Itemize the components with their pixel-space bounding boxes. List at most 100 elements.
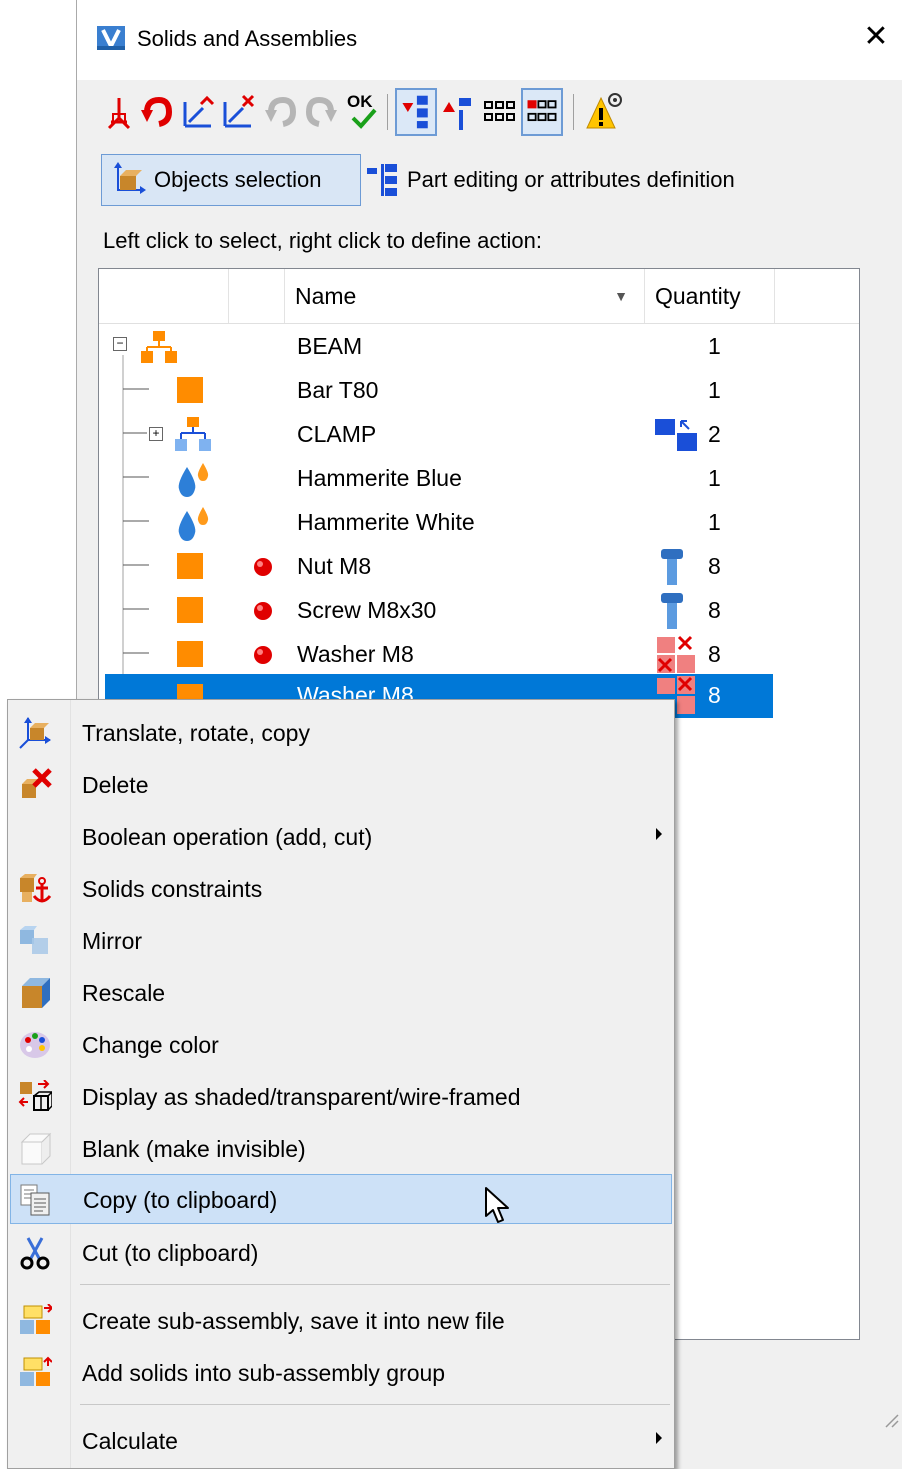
column-name[interactable]: Name ▼ — [285, 269, 645, 323]
menu-item-label: Copy (to clipboard) — [83, 1187, 278, 1213]
menu-item-blank[interactable]: Blank (make invisible) — [10, 1124, 672, 1174]
ok-check-icon[interactable]: OK — [345, 88, 381, 136]
sort-arrow-icon: ▼ — [614, 288, 628, 304]
tree-row-hammerite-white[interactable]: Hammerite White 1 — [99, 501, 859, 545]
menu-item-constraints[interactable]: Solids constraints — [10, 864, 672, 914]
context-menu: Translate, rotate, copy Delete Boolean o… — [7, 699, 675, 1469]
objects-selection-icon — [114, 162, 146, 194]
collapse-toggle-icon[interactable]: − — [113, 337, 127, 351]
menu-item-label: Rescale — [82, 980, 166, 1006]
anchor-icon — [20, 874, 52, 903]
submenu-arrow-icon — [656, 828, 662, 840]
paint-drop-icon — [178, 507, 209, 541]
grid-large-icon[interactable] — [521, 88, 563, 136]
menu-separator — [80, 1284, 670, 1285]
undo-icon[interactable] — [139, 88, 175, 136]
menu-item-label: Cut (to clipboard) — [82, 1240, 259, 1266]
row-name: Washer M8 — [297, 641, 414, 667]
tree-row-beam[interactable]: − BEAM 1 — [99, 325, 859, 369]
tree-row-clamp[interactable]: + CLAMP 2 — [99, 413, 859, 457]
solid-orange-icon — [177, 641, 203, 667]
redo-gray-icon[interactable] — [303, 88, 339, 136]
menu-item-delete[interactable]: Delete — [10, 760, 672, 810]
assembly-orange-icon — [141, 331, 177, 363]
title-bar: Solids and Assemblies ✕ — [77, 0, 902, 80]
screw-icon — [661, 549, 683, 585]
add-subassembly-icon — [20, 1356, 52, 1386]
objects-selection-button[interactable]: Objects selection — [101, 154, 361, 206]
broken-pattern-icon — [657, 635, 695, 673]
row-name: Nut M8 — [297, 553, 372, 579]
row-qty: 8 — [708, 682, 721, 708]
menu-item-cut[interactable]: Cut (to clipboard) — [10, 1228, 672, 1278]
menu-item-translate[interactable]: Translate, rotate, copy — [10, 708, 672, 758]
resize-grip-icon[interactable] — [880, 1409, 900, 1429]
row-qty: 8 — [708, 553, 721, 579]
menu-item-display-mode[interactable]: Display as shaded/transparent/wire-frame… — [10, 1072, 672, 1122]
column-marker[interactable] — [229, 269, 285, 323]
row-qty: 8 — [708, 641, 721, 667]
toolbar-separator — [573, 94, 574, 130]
part-editing-button[interactable]: Part editing or attributes definition — [361, 154, 841, 206]
standard-part-marker-icon — [254, 646, 272, 664]
solid-orange-icon — [177, 377, 203, 403]
tree-row-nut-m8[interactable]: Nut M8 8 — [99, 545, 859, 589]
menu-item-label: Blank (make invisible) — [82, 1136, 306, 1162]
instruction-text: Left click to select, right click to def… — [103, 228, 542, 253]
menu-item-label: Solids constraints — [82, 876, 263, 902]
mouse-cursor-icon — [485, 1187, 509, 1223]
select-remove-icon[interactable] — [221, 88, 257, 136]
menu-item-boolean[interactable]: Boolean operation (add, cut) — [10, 812, 672, 862]
menu-item-change-color[interactable]: Change color — [10, 1020, 672, 1070]
menu-item-copy[interactable]: Copy (to clipboard) — [10, 1174, 672, 1224]
row-qty: 1 — [708, 509, 721, 535]
row-qty: 8 — [708, 597, 721, 623]
select-add-icon[interactable] — [181, 88, 217, 136]
menu-item-calculate[interactable]: Calculate — [10, 1416, 672, 1466]
menu-item-mirror[interactable]: Mirror — [10, 916, 672, 966]
blank-icon — [20, 1132, 52, 1165]
create-subassembly-icon — [20, 1304, 52, 1334]
column-header: Name ▼ Quantity — [99, 269, 859, 324]
row-name: Screw M8x30 — [297, 597, 437, 623]
tree-collapse-icon[interactable] — [437, 88, 477, 136]
tree-expand-icon[interactable] — [395, 88, 437, 136]
column-tree[interactable] — [99, 269, 229, 323]
row-name: Hammerite White — [297, 509, 475, 535]
translate-red-icon[interactable] — [101, 88, 137, 136]
menu-item-add-subassembly[interactable]: Add solids into sub-assembly group — [10, 1348, 672, 1398]
window-title: Solids and Assemblies — [137, 26, 358, 51]
copy-icon — [20, 1184, 50, 1216]
close-button[interactable]: ✕ — [861, 20, 891, 54]
menu-item-label: Display as shaded/transparent/wire-frame… — [82, 1084, 521, 1110]
pattern-icon — [655, 419, 697, 451]
palette-icon — [20, 1032, 50, 1058]
menu-item-create-subassembly[interactable]: Create sub-assembly, save it into new fi… — [10, 1296, 672, 1346]
scissors-icon — [20, 1237, 50, 1270]
display-mode-icon — [18, 1080, 52, 1111]
tree-row-bar-t80[interactable]: Bar T80 1 — [99, 369, 859, 413]
tree-row-washer-m8[interactable]: Washer M8 8 — [99, 633, 859, 677]
screw-icon — [661, 593, 683, 629]
tree-row-screw-m8x30[interactable]: Screw M8x30 8 — [99, 589, 859, 633]
standard-part-marker-icon — [254, 602, 272, 620]
menu-item-label: Calculate — [82, 1428, 178, 1454]
paint-drop-icon — [178, 463, 209, 497]
standard-part-marker-icon — [254, 558, 272, 576]
row-name: CLAMP — [297, 421, 377, 447]
undo-gray-icon[interactable] — [263, 88, 299, 136]
menu-item-label: Mirror — [82, 928, 143, 954]
row-name: Bar T80 — [297, 377, 379, 403]
warning-gear-icon[interactable] — [585, 88, 625, 136]
expand-toggle-icon[interactable]: + — [149, 427, 163, 441]
row-qty: 1 — [708, 377, 721, 403]
tree-row-hammerite-blue[interactable]: Hammerite Blue 1 — [99, 457, 859, 501]
grid-small-icon[interactable] — [481, 88, 521, 136]
translate-icon — [19, 717, 51, 749]
menu-item-label: Add solids into sub-assembly group — [82, 1360, 446, 1386]
column-quantity[interactable]: Quantity — [645, 269, 775, 323]
menu-item-rescale[interactable]: Rescale — [10, 968, 672, 1018]
delete-icon — [22, 768, 52, 798]
solid-orange-icon — [177, 597, 203, 623]
column-name-label: Name — [295, 283, 357, 309]
